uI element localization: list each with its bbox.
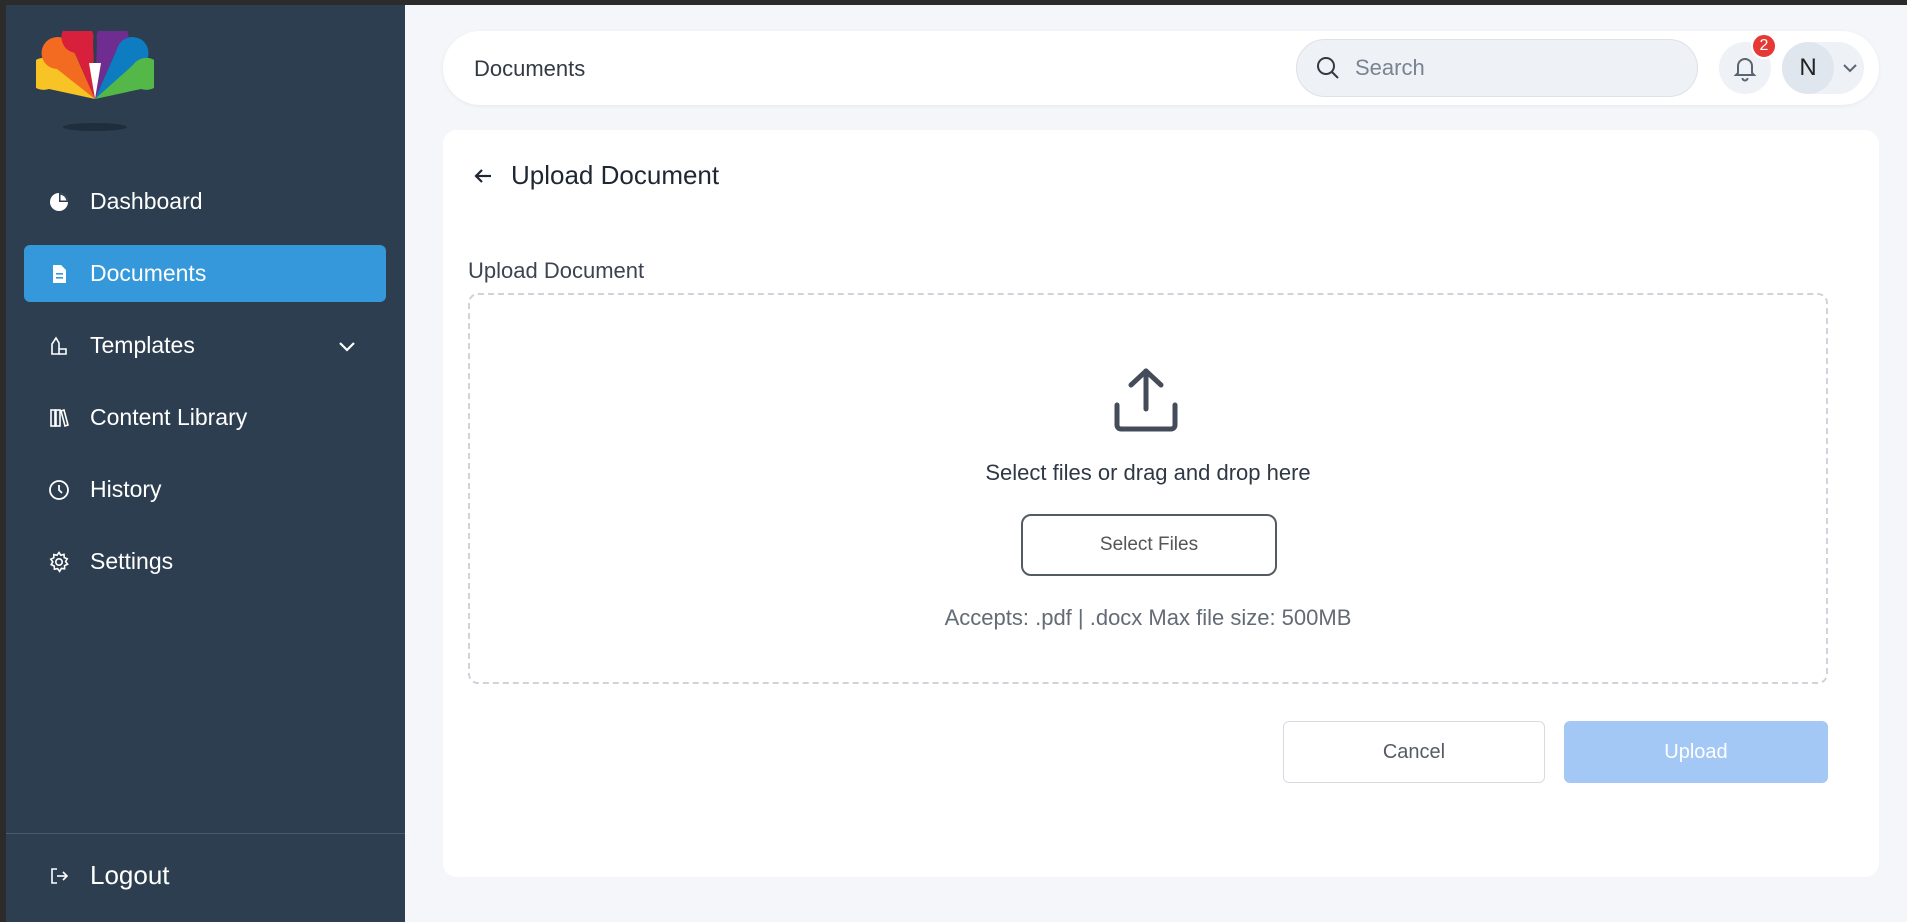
sidebar-item-label: History — [90, 476, 162, 502]
sidebar-item-documents[interactable]: Documents — [24, 245, 386, 302]
clock-icon — [48, 479, 70, 501]
upload-card: Upload Document Upload Document Select f… — [443, 130, 1879, 877]
upload-section-label: Upload Document — [468, 258, 645, 283]
top-bar: Documents 2 N — [443, 31, 1879, 105]
chevron-down-icon — [1843, 64, 1857, 73]
sidebar-item-label: Dashboard — [90, 188, 203, 214]
search-box[interactable] — [1296, 39, 1698, 97]
select-files-button[interactable]: Select Files — [1021, 514, 1277, 576]
sidebar: Dashboard Documents Templates Content Li… — [6, 5, 405, 922]
card-title: Upload Document — [511, 160, 720, 190]
upload-icon — [1114, 368, 1178, 432]
template-icon — [48, 335, 70, 357]
accepted-file-types: Accepts: .pdf | .docx Max file size: 500… — [944, 605, 1352, 630]
page-title: Documents — [474, 56, 586, 81]
sidebar-item-templates[interactable]: Templates — [24, 317, 386, 374]
gear-icon — [48, 550, 70, 573]
sidebar-divider — [6, 833, 405, 834]
arrow-left-icon[interactable] — [471, 164, 495, 188]
file-dropzone[interactable]: Select files or drag and drop here Selec… — [468, 293, 1828, 684]
sidebar-item-label: Settings — [90, 548, 174, 574]
sidebar-item-label: Documents — [90, 260, 207, 286]
logout-label: Logout — [90, 860, 170, 890]
peacock-logo — [36, 31, 154, 131]
sidebar-item-dashboard[interactable]: Dashboard — [24, 173, 386, 230]
bell-icon — [1733, 58, 1757, 82]
sidebar-item-settings[interactable]: Settings — [24, 533, 386, 590]
search-icon — [1317, 57, 1339, 79]
sidebar-item-label: Content Library — [90, 404, 248, 430]
sidebar-nav: Dashboard Documents Templates Content Li… — [24, 173, 386, 605]
logout-button[interactable]: Logout — [48, 860, 170, 891]
library-icon — [48, 407, 70, 429]
document-icon — [48, 263, 70, 285]
sidebar-item-history[interactable]: History — [24, 461, 386, 518]
sidebar-item-label: Templates — [90, 332, 195, 358]
notification-badge: 2 — [1751, 33, 1777, 59]
user-menu[interactable]: N — [1782, 42, 1864, 94]
logout-icon — [48, 865, 70, 887]
main-content: Documents 2 N Upload Document Upload Doc… — [405, 5, 1907, 922]
avatar: N — [1782, 42, 1834, 94]
pie-chart-icon — [48, 191, 70, 213]
chevron-down-icon[interactable] — [336, 335, 358, 357]
search-input[interactable] — [1355, 55, 1675, 81]
dropzone-prompt: Select files or drag and drop here — [985, 460, 1311, 485]
cancel-button[interactable]: Cancel — [1283, 721, 1545, 783]
upload-button[interactable]: Upload — [1564, 721, 1828, 783]
sidebar-item-content-library[interactable]: Content Library — [24, 389, 386, 446]
card-header: Upload Document — [471, 160, 719, 191]
